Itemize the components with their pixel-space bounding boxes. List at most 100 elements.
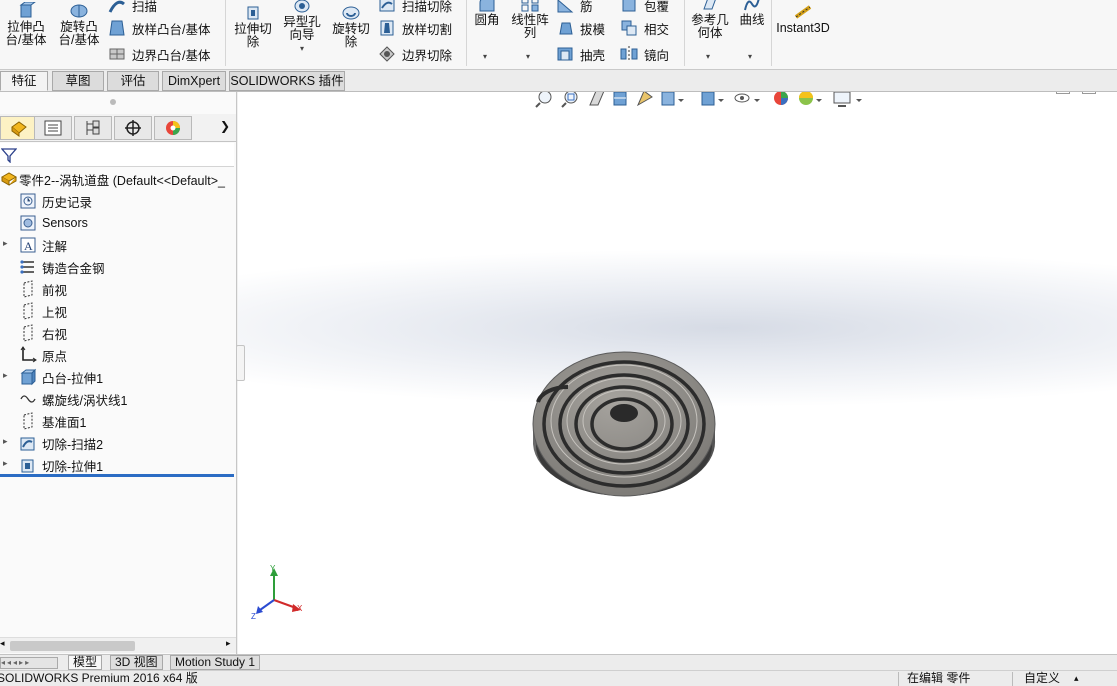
- tree-item-front-plane[interactable]: 前视: [0, 278, 236, 300]
- sweep-button[interactable]: 扫描: [108, 0, 157, 16]
- extrude-boss-label: 拉伸凸 台/基体: [5, 20, 47, 47]
- scroll-right-icon[interactable]: ▸: [226, 638, 231, 649]
- fillet-label: 圆角: [474, 13, 500, 27]
- status-units[interactable]: 自定义: [1024, 671, 1060, 686]
- tree-filter-row[interactable]: [0, 143, 234, 167]
- curves-button[interactable]: 曲线: [736, 0, 768, 27]
- hole-wizard-button[interactable]: 异型孔 向导 ▾: [279, 0, 325, 55]
- tab-nav-arrows[interactable]: ◂◂◂▸▸: [0, 657, 58, 669]
- tab-sketch[interactable]: 草图: [52, 71, 104, 91]
- hole-wizard-icon: [294, 0, 310, 13]
- loft-cut-label: 放样切割: [402, 22, 453, 37]
- draft-button[interactable]: 拔模: [556, 17, 605, 39]
- extrude-cut-button[interactable]: 拉伸切 除: [230, 4, 276, 49]
- panel-collapse-handle[interactable]: [236, 345, 245, 381]
- revolve-cut-button[interactable]: 旋转切 除: [328, 4, 374, 49]
- tree-item-annotations[interactable]: A 注解: [0, 234, 236, 256]
- boundary-cut-button[interactable]: 边界切除: [378, 43, 452, 65]
- history-icon: [20, 193, 36, 209]
- boundary-boss-icon: [109, 48, 125, 60]
- rib-button[interactable]: 筋: [556, 0, 593, 16]
- rollback-bar[interactable]: [0, 474, 234, 477]
- sweep-cut-button[interactable]: 扫描切除: [378, 0, 452, 16]
- tree-horizontal-scrollbar[interactable]: ◂ ▸: [0, 637, 236, 653]
- tab-model[interactable]: 模型: [68, 655, 103, 670]
- revolve-boss-label: 旋转凸 台/基体: [58, 20, 100, 47]
- graphics-area[interactable]: Y X Z: [238, 92, 1117, 654]
- units-menu-icon[interactable]: ▴: [1074, 671, 1079, 686]
- tab-evaluate[interactable]: 评估: [107, 71, 159, 91]
- tree-item-cut-sweep[interactable]: 切除-扫描2: [0, 432, 236, 454]
- panel-splitter-grip[interactable]: [110, 99, 116, 105]
- reference-geometry-icon: [703, 0, 716, 10]
- reference-geometry-dropdown-icon[interactable]: ▾: [706, 52, 710, 61]
- scroll-left-icon[interactable]: ◂: [0, 638, 5, 649]
- shell-button[interactable]: 抽壳: [556, 43, 605, 65]
- extrude-boss-button[interactable]: 拉伸凸 台/基体: [3, 2, 49, 47]
- configuration-manager-icon: [86, 120, 100, 135]
- revolve-cut-label: 旋转切 除: [332, 22, 370, 49]
- display-manager-tab[interactable]: [154, 116, 192, 140]
- mirror-icon: [620, 46, 638, 62]
- intersect-label: 相交: [644, 22, 670, 37]
- status-bar: SOLIDWORKS Premium 2016 x64 版 在编辑 零件 自定义…: [0, 670, 1117, 686]
- fillet-icon: [479, 0, 495, 12]
- configuration-manager-tab[interactable]: [74, 116, 112, 140]
- linear-pattern-dropdown-icon[interactable]: ▾: [526, 52, 530, 61]
- tree-item-sensors[interactable]: Sensors: [0, 212, 236, 234]
- intersect-icon: [621, 20, 637, 36]
- tree-item-label: 螺旋线/涡状线1: [42, 393, 128, 408]
- tree-item-boss-extrude[interactable]: 凸台-拉伸1: [0, 366, 236, 388]
- tabs-scroll-right-icon[interactable]: ❯: [220, 119, 230, 133]
- revolve-boss-button[interactable]: 旋转凸 台/基体: [56, 2, 102, 47]
- fillet-button[interactable]: 圆角: [469, 0, 505, 27]
- reference-geometry-button[interactable]: 参考几 何体: [688, 0, 732, 40]
- intersect-button[interactable]: 相交: [620, 17, 669, 39]
- dimxpert-manager-tab[interactable]: [114, 116, 152, 140]
- boundary-cut-label: 边界切除: [402, 48, 453, 63]
- tree-item-right-plane[interactable]: 右视: [0, 322, 236, 344]
- loft-boss-button[interactable]: 放样凸台/基体: [108, 17, 210, 39]
- scrollbar-thumb[interactable]: [10, 641, 135, 651]
- crosshair-icon: [125, 120, 141, 136]
- tab-solidworks-addins[interactable]: SOLIDWORKS 插件: [229, 71, 345, 91]
- loft-cut-button[interactable]: 放样切割: [378, 17, 452, 39]
- tree-item-origin[interactable]: 原点: [0, 344, 236, 366]
- rib-label: 筋: [580, 0, 593, 14]
- property-manager-tab[interactable]: [34, 116, 72, 140]
- tree-item-top-plane[interactable]: 上视: [0, 300, 236, 322]
- tab-motion-study-1[interactable]: Motion Study 1: [170, 655, 261, 670]
- svg-text:A: A: [24, 239, 33, 253]
- boundary-boss-button[interactable]: 边界凸台/基体: [108, 43, 210, 65]
- mirror-label: 镜向: [644, 48, 670, 63]
- wrap-label: 包覆: [644, 0, 670, 14]
- mirror-button[interactable]: 镜向: [620, 43, 669, 65]
- revolve-boss-icon: [70, 4, 88, 18]
- tree-item-cut-extrude[interactable]: 切除-拉伸1: [0, 454, 236, 476]
- tree-item-label: 切除-扫描2: [42, 437, 104, 452]
- tree-item-label: Sensors: [42, 216, 88, 230]
- tab-dimxpert[interactable]: DimXpert: [162, 71, 226, 91]
- part-model[interactable]: [238, 92, 1117, 654]
- linear-pattern-button[interactable]: 线性阵 列: [508, 0, 552, 40]
- annotations-icon: A: [20, 237, 36, 253]
- instant3d-button[interactable]: Instant3D: [776, 3, 830, 35]
- boss-extrude-icon: [20, 368, 37, 386]
- hole-wizard-dropdown-icon[interactable]: ▾: [300, 42, 304, 55]
- wrap-button[interactable]: 包覆: [620, 0, 669, 16]
- tree-item-history[interactable]: 历史记录: [0, 190, 236, 212]
- tree-item-material[interactable]: 铸造合金钢: [0, 256, 236, 278]
- fillet-dropdown-icon[interactable]: ▾: [483, 52, 487, 61]
- feature-manager-tab[interactable]: [0, 116, 38, 140]
- sweep-cut-label: 扫描切除: [402, 0, 453, 14]
- tab-3d-view[interactable]: 3D 视图: [110, 655, 163, 670]
- reference-triad[interactable]: [246, 564, 316, 624]
- tree-item-plane1[interactable]: 基准面1: [0, 410, 236, 432]
- curves-dropdown-icon[interactable]: ▾: [748, 52, 752, 61]
- draft-label: 拔模: [580, 22, 606, 37]
- tree-root-part[interactable]: 零件2--涡轨道盘 (Default<<Default>_: [0, 168, 236, 190]
- manager-tabs: ❯: [0, 114, 236, 142]
- tab-features[interactable]: 特征: [0, 71, 48, 91]
- tree-item-label: 铸造合金钢: [42, 261, 105, 276]
- tree-item-helix-spiral[interactable]: 螺旋线/涡状线1: [0, 388, 236, 410]
